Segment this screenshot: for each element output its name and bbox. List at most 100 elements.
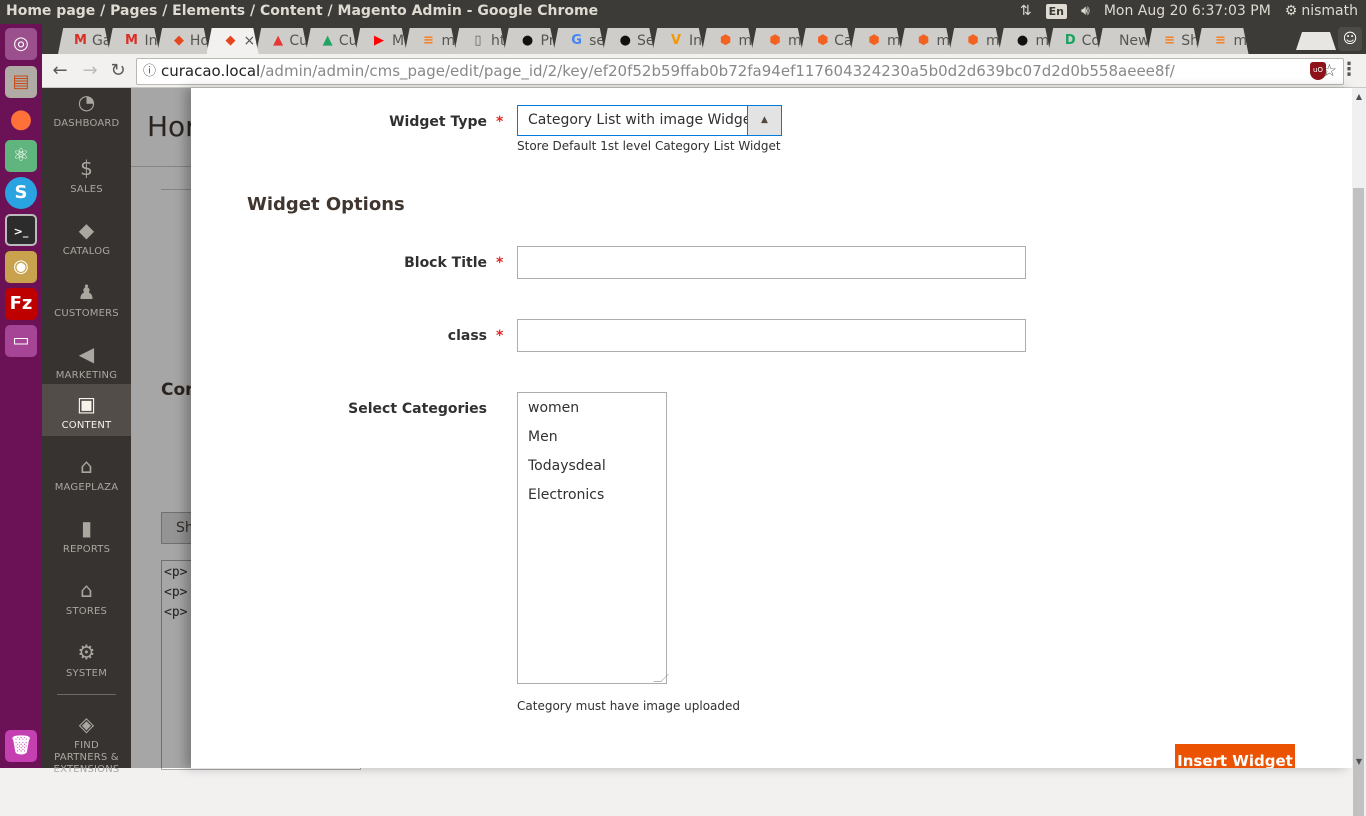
widget-type-description: Store Default 1st level Category List Wi… [517,139,781,153]
ublock-origin-icon[interactable]: uO [1310,62,1326,80]
browser-tab[interactable]: MGa [58,28,110,54]
browser-tab[interactable]: ≡m [1197,28,1249,54]
admin-nav-dashboard[interactable]: ◔DASHBOARD [42,82,131,144]
keyboard-layout-indicator[interactable]: En [1046,4,1067,19]
widget-options-heading: Widget Options [247,194,405,215]
tab-label[interactable]: × [244,33,256,49]
tab-label: New [1119,33,1150,49]
admin-nav-label: SALES [42,184,131,195]
tab-label: Ca [834,33,852,49]
browser-tab[interactable]: ⬢m [949,28,1001,54]
workspace-switcher-icon[interactable]: ▭ [5,325,37,357]
trash-icon[interactable]: 🗑︎ [5,730,37,762]
admin-nav-reports[interactable]: ▮REPORTS [42,508,131,570]
browser-tab[interactable]: ⬢m [900,28,952,54]
layout-icon: ▣ [42,392,131,416]
browser-tab[interactable]: MIn [108,28,160,54]
forward-button[interactable]: → [78,59,102,83]
typo3-icon: V [668,33,684,49]
scrollbar-thumb[interactable] [1353,188,1364,816]
admin-nav-stores[interactable]: ⌂STORES [42,570,131,632]
ubuntu-dash-icon[interactable]: ◎ [5,28,37,60]
scroll-up-arrow-icon[interactable]: ▲ [1352,92,1366,101]
browser-tab[interactable]: Gse [553,28,605,54]
browser-tab[interactable]: ⬢m [702,28,754,54]
category-option[interactable]: women [518,397,666,426]
resize-handle[interactable] [653,674,669,682]
admin-nav-content[interactable]: ▣CONTENT [42,384,131,436]
clock[interactable]: Mon Aug 20 6:37:03 PM [1104,3,1271,19]
browser-tab[interactable]: ▶M [355,28,407,54]
browser-tab[interactable]: ●Se [603,28,655,54]
admin-nav-mageplaza[interactable]: ⌂MAGEPLAZA [42,446,131,508]
block-title-input[interactable] [517,246,1026,279]
reload-button[interactable]: ↻ [106,59,130,83]
mageplaza-icon: ⌂ [42,454,131,478]
chrome-icon[interactable]: ◉ [5,251,37,283]
page-scrollbar[interactable]: ▲ ▼ [1352,88,1366,768]
files-icon[interactable]: ▤ [5,66,37,98]
browser-tab[interactable]: ◆Ho [157,28,209,54]
category-multiselect[interactable]: women Men Todaysdeal Electronics [517,392,667,684]
browser-tab[interactable]: ⬢m [751,28,803,54]
chrome-menu-icon[interactable]: ⋮ [1340,59,1358,80]
admin-nav-label: SYSTEM [42,668,131,679]
terminal-icon[interactable]: >_ [5,214,37,246]
image-icon: ▲ [272,33,284,49]
session-gear-icon[interactable]: ⚙ [1285,3,1298,19]
admin-nav-catalog[interactable]: ◆CATALOG [42,210,131,272]
admin-nav-customers[interactable]: ♟CUSTOMERS [42,272,131,334]
volume-icon[interactable]: 🔊︎ [1081,3,1090,19]
insert-widget-modal: Widget Type * Category List with image W… [191,88,1352,768]
person-icon: ♟ [42,280,131,304]
admin-nav-sales[interactable]: $SALES [42,148,131,210]
category-option[interactable]: Men [518,426,666,455]
magento-icon: ◆ [223,33,239,49]
scroll-down-arrow-icon[interactable]: ▼ [1352,757,1366,766]
tab-label: m [887,33,901,49]
address-bar[interactable]: ⓘ curacao.local/admin/admin/cms_page/edi… [136,58,1344,85]
widget-type-select[interactable]: Category List with image Widget ▲ [517,105,782,136]
required-asterisk: * [496,255,503,271]
tab-label: Sh [1181,33,1199,49]
browser-tab[interactable]: ▲Cu [306,28,358,54]
back-button[interactable]: ← [48,59,72,83]
site-info-icon[interactable]: ⓘ [143,59,156,84]
username[interactable]: nismath [1301,3,1358,19]
browser-tab[interactable]: ▲Cu [256,28,308,54]
class-input[interactable] [517,319,1026,352]
block-title-label: Block Title [404,255,487,271]
tab-label: m [1234,33,1248,49]
required-asterisk: * [496,114,503,130]
browser-tab[interactable]: ⬢m [850,28,902,54]
browser-tab[interactable]: ≡Sh [1147,28,1199,54]
profile-avatar-icon[interactable]: ☺ [1338,27,1362,51]
new-tab-button[interactable] [1296,32,1336,50]
browser-tab-active[interactable]: ◆× [207,28,259,54]
tab-label: m [986,33,1000,49]
skype-icon[interactable]: S [5,177,37,209]
tab-label: m [788,33,802,49]
browser-tab[interactable]: ●m [999,28,1051,54]
ubuntu-launcher: ◎ ▤ ● ⚛ S >_ ◉ Fz ▭ 🗑︎ [0,24,42,768]
browser-tab[interactable]: ▯ht [454,28,506,54]
insert-widget-button[interactable]: Insert Widget [1175,744,1295,768]
admin-sidebar: ◔DASHBOARD$SALES◆CATALOG♟CUSTOMERS◀MARKE… [42,88,131,768]
category-option[interactable]: Todaysdeal [518,455,666,484]
browser-tab[interactable]: ●Pr [504,28,556,54]
firefox-icon[interactable]: ● [5,103,37,135]
magento-hex-icon: ⬢ [916,33,932,49]
atom-icon[interactable]: ⚛ [5,140,37,172]
browser-tab[interactable]: DCo [1048,28,1100,54]
chevron-up-icon[interactable]: ▲ [747,106,781,135]
browser-tab[interactable]: ⬢Ca [801,28,853,54]
browser-tab[interactable]: VIn [652,28,704,54]
admin-nav-system[interactable]: ⚙SYSTEM [42,632,131,694]
admin-nav-find[interactable]: ◈FIND PARTNERS & EXTENSIONS [42,704,131,766]
required-asterisk: * [496,328,503,344]
network-icon[interactable]: ⇅ [1020,3,1032,19]
browser-tab[interactable]: ≡m [405,28,457,54]
filezilla-icon[interactable]: Fz [5,288,37,320]
category-option[interactable]: Electronics [518,484,666,513]
browser-tab[interactable]: New [1098,28,1150,54]
